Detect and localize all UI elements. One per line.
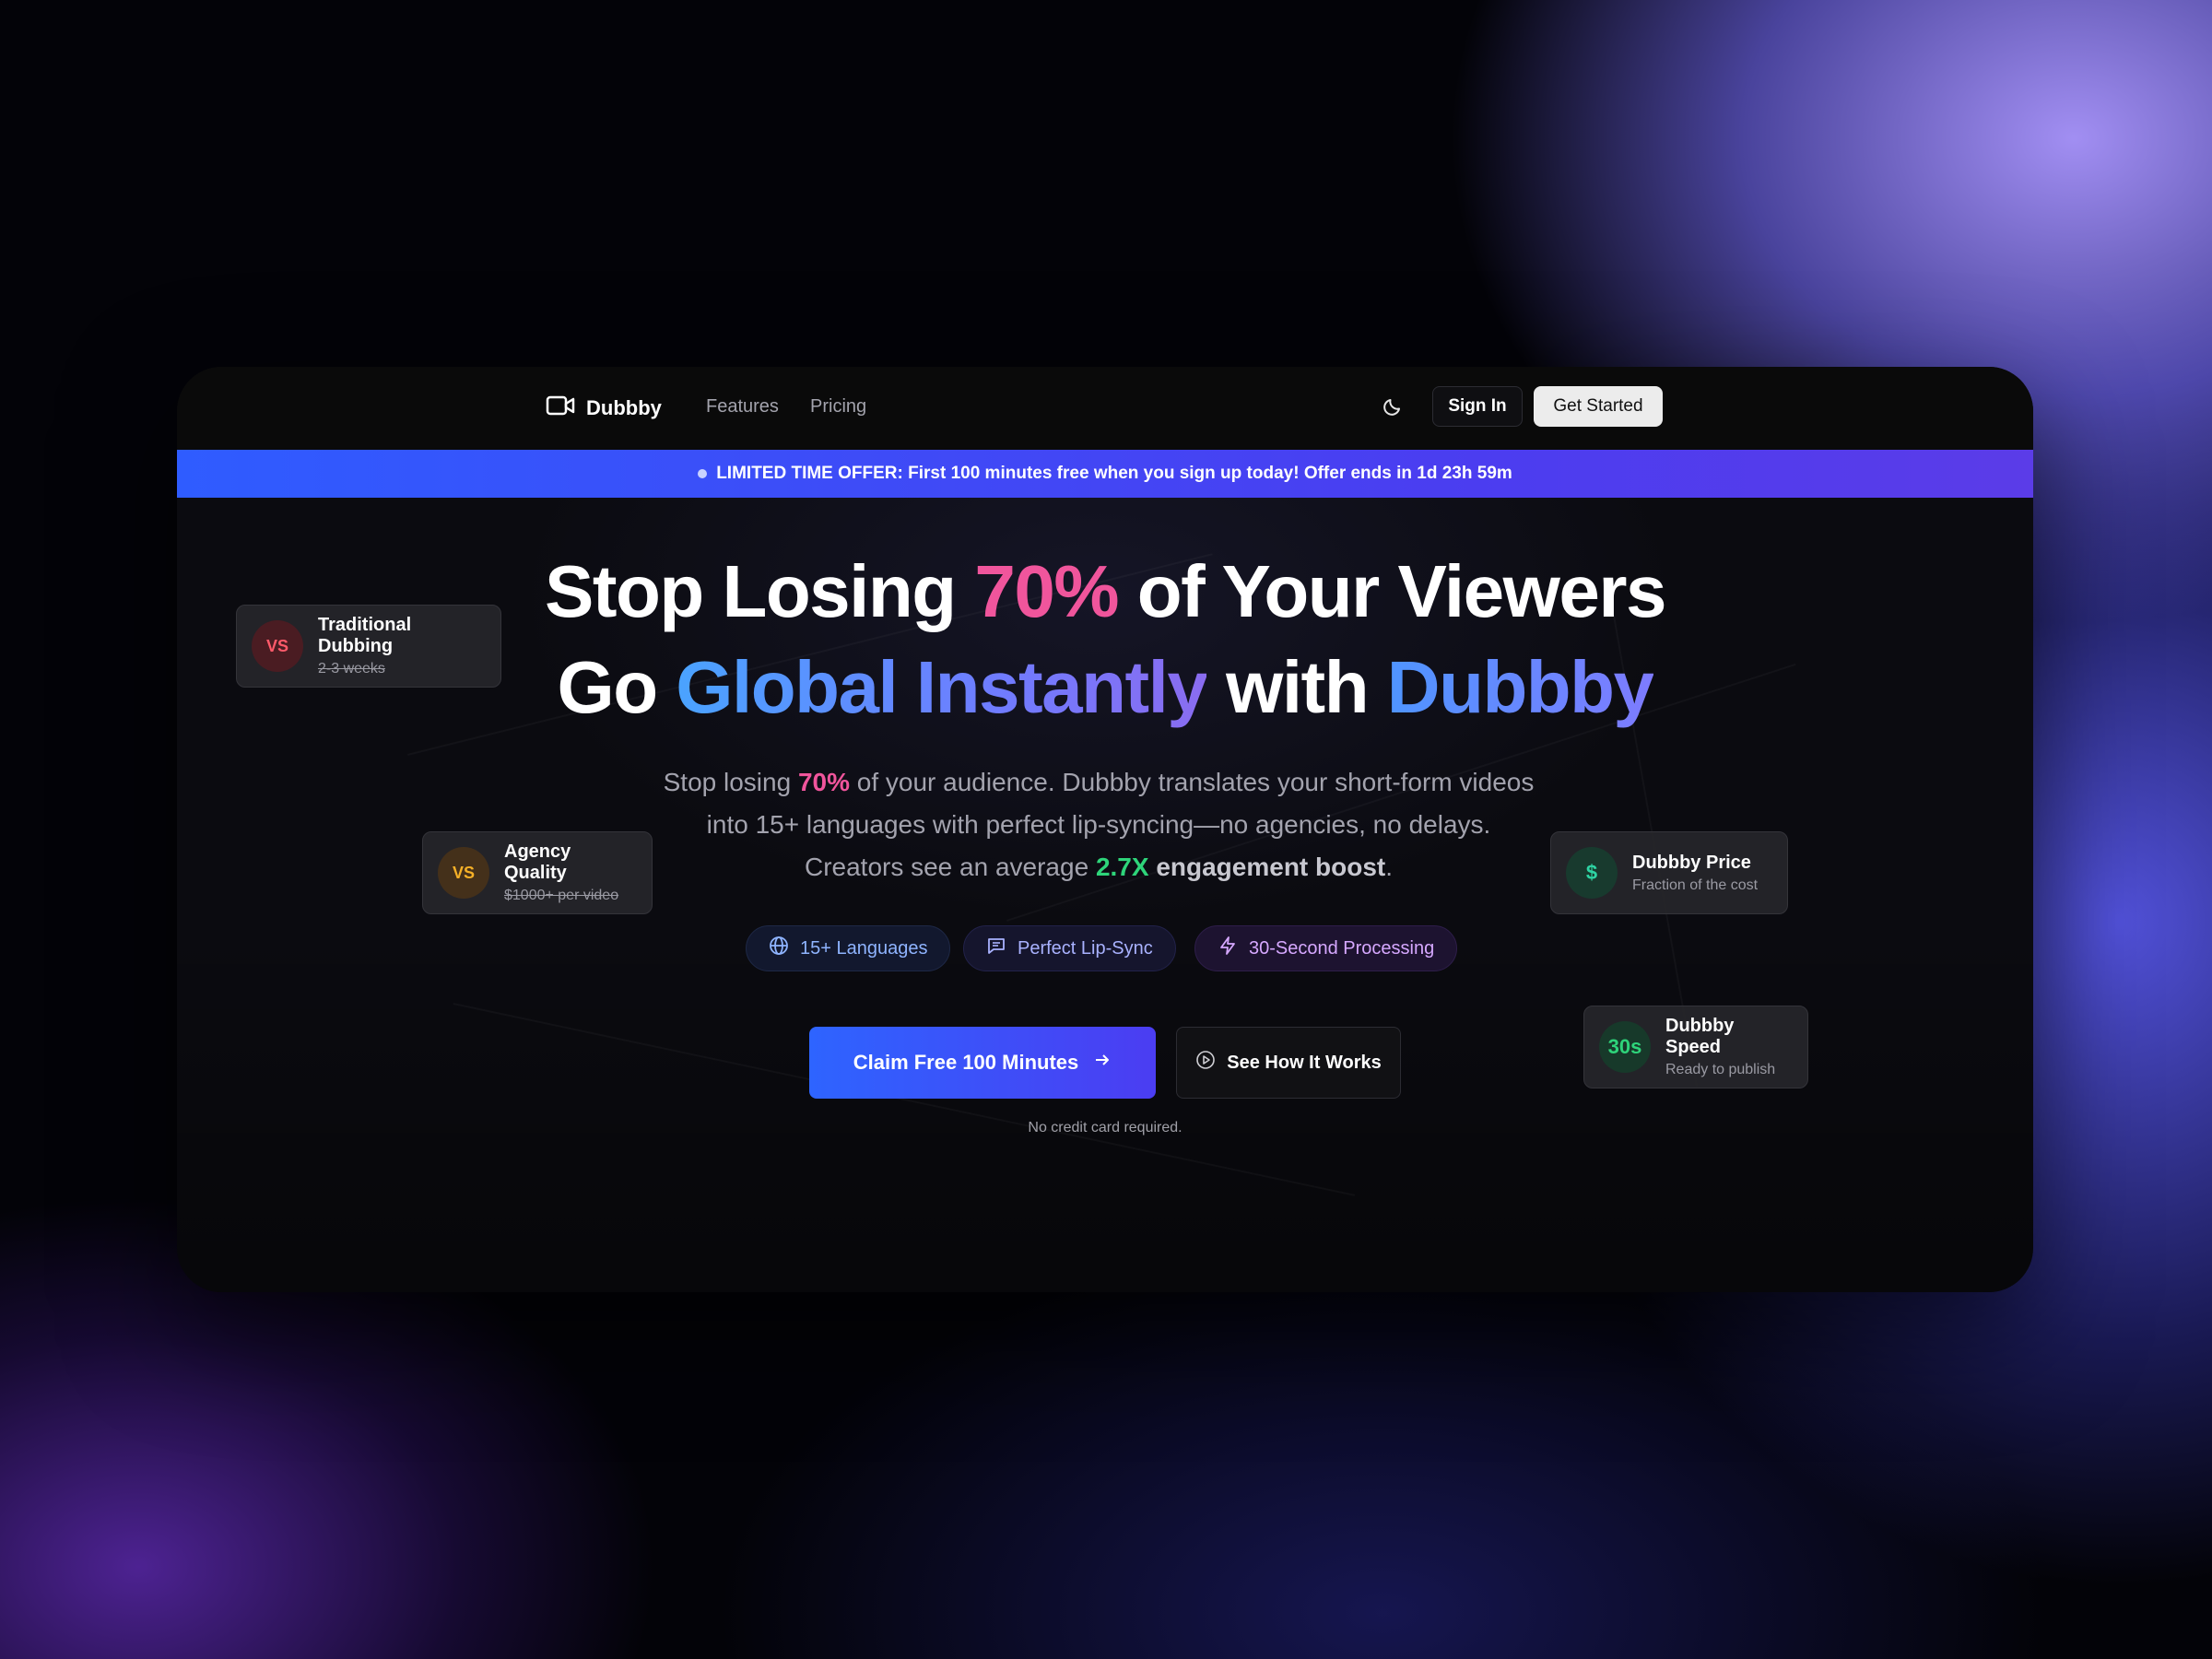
hero-subtitle: Stop losing 70% of your audience. Dubbby… xyxy=(656,761,1541,888)
moon-icon xyxy=(1382,396,1403,421)
headline-brand: Dubbby xyxy=(1386,646,1654,728)
card-subtitle: Fraction of the cost xyxy=(1632,877,1759,893)
card-title: Agency Quality xyxy=(504,841,571,883)
card-subtitle: $1000+ per video xyxy=(504,888,619,903)
banner-text: LIMITED TIME OFFER: First 100 minutes fr… xyxy=(716,464,1512,483)
globe-icon xyxy=(769,935,789,961)
pill-label: 15+ Languages xyxy=(800,937,928,959)
card-subtitle: 2-3 weeks xyxy=(318,661,385,677)
no-credit-card-note: No credit card required. xyxy=(1028,1120,1182,1135)
card-title: Dubbby Speed xyxy=(1665,1016,1735,1057)
brand-name: Dubbby xyxy=(586,395,662,419)
headline-text: with xyxy=(1206,646,1387,728)
pill-label: Perfect Lip-Sync xyxy=(1018,937,1153,959)
nav-link-features[interactable]: Features xyxy=(706,396,779,418)
feature-pill-lip-sync: Perfect Lip-Sync xyxy=(963,925,1176,971)
card-subtitle: Ready to publish xyxy=(1665,1062,1776,1077)
theme-toggle-button[interactable] xyxy=(1377,393,1408,424)
card-title: Traditional Dubbing xyxy=(318,615,412,656)
sign-in-button[interactable]: Sign In xyxy=(1432,386,1523,427)
app-window: Dubbby Features Pricing Sign In Get Star… xyxy=(177,367,2033,1292)
headline-text: Go xyxy=(557,646,677,728)
subtitle-bold: engagement boost xyxy=(1148,853,1386,881)
vs-badge: VS xyxy=(252,620,303,672)
lightning-icon xyxy=(1218,935,1238,961)
arrow-right-icon xyxy=(1093,1051,1112,1075)
subtitle-text: Stop losing xyxy=(663,768,798,796)
card-dubbby-price: $ Dubbby Price Fraction of the cost xyxy=(1550,831,1788,914)
brand-logo[interactable]: Dubbby xyxy=(546,394,662,421)
headline-highlight: Global Instantly xyxy=(676,646,1208,728)
promo-banner: LIMITED TIME OFFER: First 100 minutes fr… xyxy=(177,450,2033,498)
cta-label: Claim Free 100 Minutes xyxy=(853,1051,1079,1074)
pill-label: 30-Second Processing xyxy=(1249,937,1435,959)
nav-link-pricing[interactable]: Pricing xyxy=(810,396,866,418)
card-agency-quality: VS Agency Quality $1000+ per video xyxy=(422,831,653,914)
feature-pill-languages: 15+ Languages xyxy=(746,925,951,971)
headline-highlight: 70% xyxy=(974,550,1119,632)
top-nav: Dubbby Features Pricing Sign In Get Star… xyxy=(177,367,2033,450)
play-circle-icon xyxy=(1195,1050,1216,1076)
speed-badge: 30s xyxy=(1599,1021,1651,1073)
claim-free-minutes-button[interactable]: Claim Free 100 Minutes xyxy=(809,1027,1156,1099)
card-traditional-dubbing: VS Traditional Dubbing 2-3 weeks xyxy=(236,605,501,688)
dollar-badge: $ xyxy=(1566,847,1618,899)
card-dubbby-speed: 30s Dubbby Speed Ready to publish xyxy=(1583,1006,1808,1088)
cta-secondary-label: See How It Works xyxy=(1227,1052,1382,1073)
subtitle-highlight: 70% xyxy=(797,768,850,796)
headline-text: Stop Losing xyxy=(544,550,975,632)
see-how-it-works-button[interactable]: See How It Works xyxy=(1176,1027,1401,1099)
card-title: Dubbby Price xyxy=(1632,852,1751,873)
feature-pill-processing: 30-Second Processing xyxy=(1194,925,1458,971)
chat-icon xyxy=(986,935,1006,961)
video-camera-icon xyxy=(546,394,575,421)
banner-dot-icon xyxy=(698,469,708,478)
get-started-button[interactable]: Get Started xyxy=(1534,386,1663,427)
vs-badge: VS xyxy=(438,847,489,899)
subtitle-stat: 2.7X xyxy=(1095,853,1149,881)
subtitle-text: . xyxy=(1385,853,1394,881)
headline-text: of Your Viewers xyxy=(1117,550,1667,632)
